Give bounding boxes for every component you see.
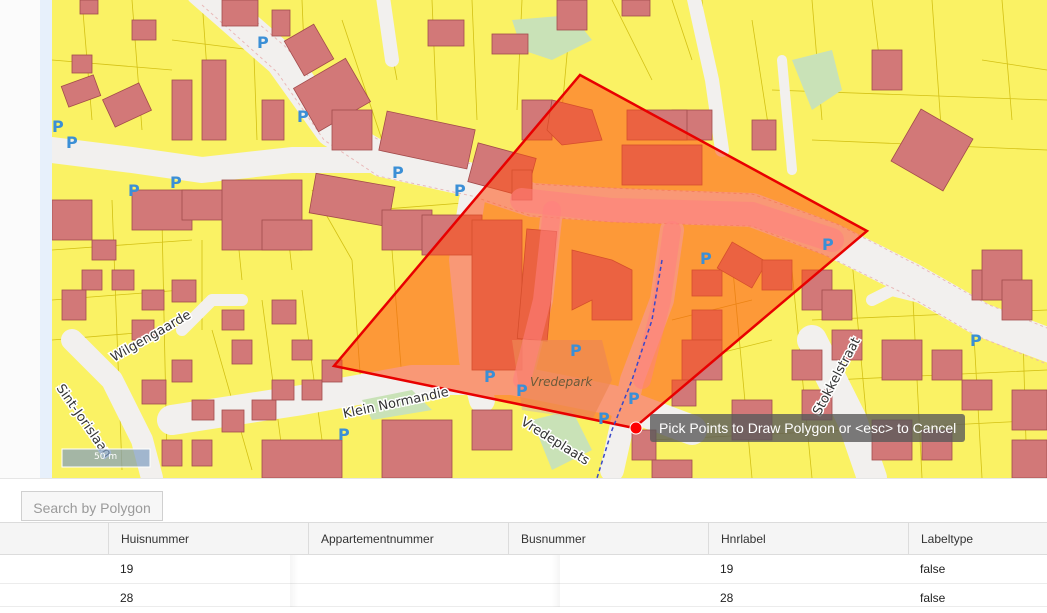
grid-header: Huisnummer Appartementnummer Busnummer H…: [0, 522, 1047, 556]
left-panel-edge: [0, 0, 40, 478]
cell-hnrlabel: 19: [720, 562, 734, 576]
cell-huisnummer: 28: [120, 591, 134, 605]
parking-symbol: P: [570, 341, 582, 360]
parking-symbol: P: [297, 107, 309, 126]
parking-symbol: P: [970, 331, 982, 350]
parking-symbol: P: [484, 367, 496, 386]
park-label-vredepark: Vredepark: [530, 375, 593, 389]
parking-symbol: P: [628, 389, 640, 408]
column-header-appartementnummer[interactable]: Appartementnummer: [308, 523, 508, 556]
parking-symbol: P: [822, 235, 834, 254]
results-grid: Huisnummer Appartementnummer Busnummer H…: [0, 522, 1047, 607]
toolbar: Search by Polygon: [0, 478, 1047, 523]
parking-symbol: P: [454, 181, 466, 200]
parking-symbol: P: [128, 181, 140, 200]
map-frame: [40, 0, 52, 478]
scale-label: 50 m: [94, 452, 118, 462]
column-header-huisnummer[interactable]: Huisnummer: [108, 523, 308, 556]
parking-symbol: P: [338, 425, 350, 444]
parking-symbol: P: [392, 163, 404, 182]
parking-symbol: P: [170, 173, 182, 192]
parking-symbol: P: [66, 133, 78, 152]
column-header-busnummer[interactable]: Busnummer: [508, 523, 708, 556]
map-canvas[interactable]: P P P P P P P P P P P P P P P P P Wilgen…: [52, 0, 1047, 478]
cell-huisnummer: 19: [120, 562, 134, 576]
parking-symbol: P: [52, 117, 64, 136]
column-header-hnrlabel[interactable]: Hnrlabel: [708, 523, 908, 556]
column-shadow: [290, 555, 560, 607]
parking-symbol: P: [700, 249, 712, 268]
column-header-labeltype[interactable]: Labeltype: [908, 523, 1047, 556]
cell-labeltype: false: [920, 562, 946, 576]
cell-hnrlabel: 28: [720, 591, 734, 605]
parking-symbol: P: [598, 409, 610, 428]
parking-symbol: P: [257, 33, 269, 52]
cell-labeltype: false: [920, 591, 946, 605]
parking-symbol: P: [516, 381, 528, 400]
draw-polygon-tooltip: Pick Points to Draw Polygon or <esc> to …: [650, 414, 966, 442]
search-by-polygon-button[interactable]: Search by Polygon: [21, 491, 163, 521]
map-tiles: P P P P P P P P P P P P P P P P P Wilgen…: [52, 0, 1047, 478]
